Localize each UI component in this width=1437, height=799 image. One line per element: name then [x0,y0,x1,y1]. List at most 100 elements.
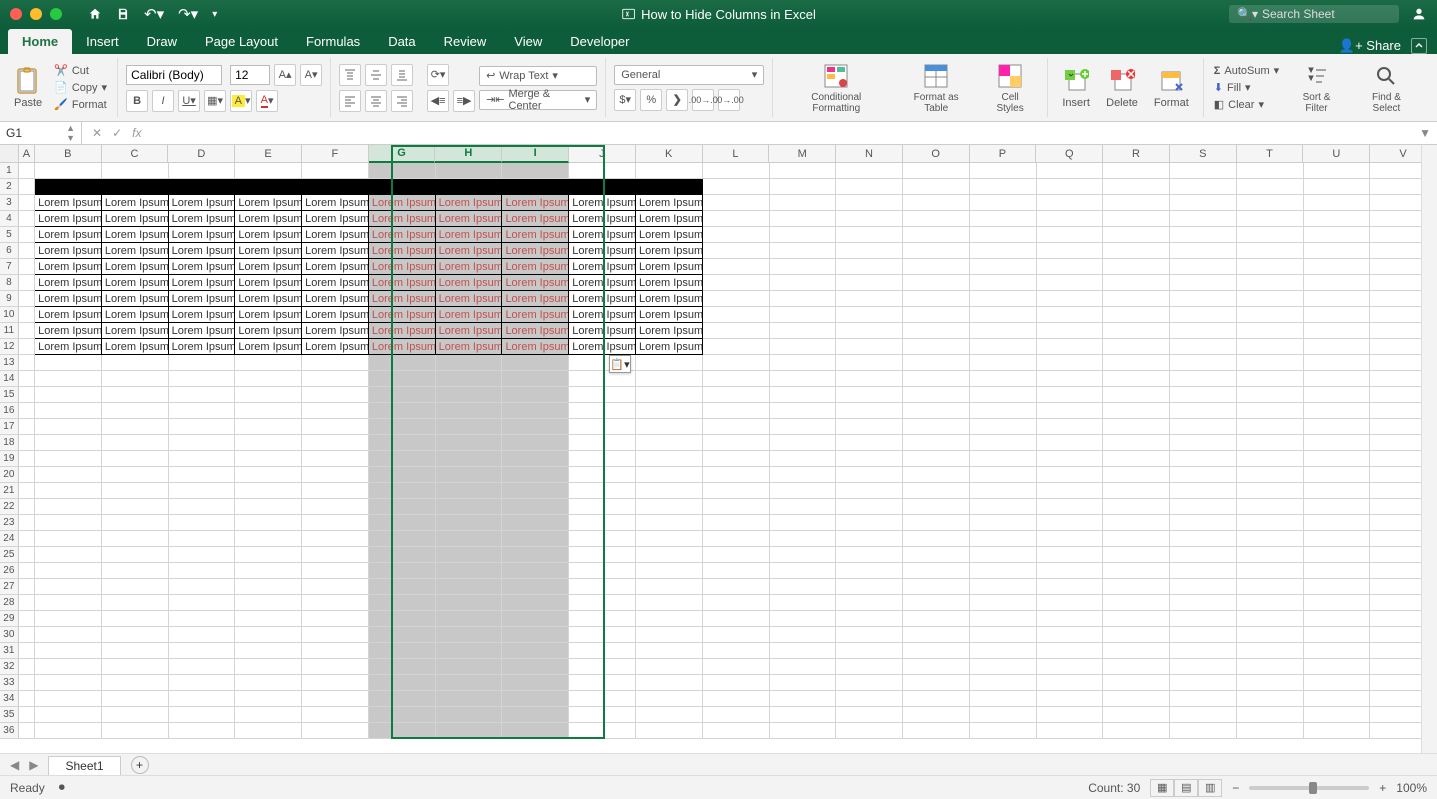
cell-U6[interactable] [1304,243,1371,259]
cell-I15[interactable] [502,387,569,403]
cell-C7[interactable]: Lorem Ipsum [102,259,169,275]
cell-M29[interactable] [770,611,837,627]
col-header-J[interactable]: J [569,145,636,163]
cell-L11[interactable] [703,323,770,339]
cell-Q25[interactable] [1037,547,1104,563]
col-header-R[interactable]: R [1103,145,1170,163]
cell-E33[interactable] [235,675,302,691]
tab-page-layout[interactable]: Page Layout [191,29,292,54]
row-header-29[interactable]: 29 [0,611,19,627]
cell-P1[interactable] [970,163,1037,179]
cell-T27[interactable] [1237,579,1304,595]
cell-A29[interactable] [19,611,35,627]
cell-B26[interactable] [35,563,102,579]
cell-F33[interactable] [302,675,369,691]
cell-K16[interactable] [636,403,703,419]
cell-J24[interactable] [569,531,636,547]
cell-H9[interactable]: Lorem Ipsum [436,291,503,307]
cell-E1[interactable] [235,163,302,179]
cell-D4[interactable]: Lorem Ipsum [169,211,236,227]
cell-E3[interactable]: Lorem Ipsum [235,195,302,211]
cell-F14[interactable] [302,371,369,387]
cell-R33[interactable] [1103,675,1170,691]
row-header-18[interactable]: 18 [0,435,19,451]
cell-M19[interactable] [770,451,837,467]
cell-B15[interactable] [35,387,102,403]
cell-F35[interactable] [302,707,369,723]
col-header-T[interactable]: T [1237,145,1304,163]
cell-E13[interactable] [235,355,302,371]
add-sheet-button[interactable]: + [131,756,149,774]
cell-D18[interactable] [169,435,236,451]
cell-D28[interactable] [169,595,236,611]
borders-button[interactable]: ▦▾ [204,90,226,112]
cell-U29[interactable] [1304,611,1371,627]
cell-G1[interactable] [369,163,436,179]
cell-C23[interactable] [102,515,169,531]
row-header-27[interactable]: 27 [0,579,19,595]
cell-N20[interactable] [836,467,903,483]
row-header-6[interactable]: 6 [0,243,19,259]
cell-N12[interactable] [836,339,903,355]
cell-F5[interactable]: Lorem Ipsum [302,227,369,243]
cell-I19[interactable] [502,451,569,467]
cell-I23[interactable] [502,515,569,531]
cell-C26[interactable] [102,563,169,579]
cell-U4[interactable] [1304,211,1371,227]
cell-I17[interactable] [502,419,569,435]
cell-A1[interactable] [19,163,35,179]
cell-E26[interactable] [235,563,302,579]
cell-N30[interactable] [836,627,903,643]
cell-E2[interactable] [235,179,302,195]
cell-M9[interactable] [770,291,837,307]
cell-H16[interactable] [436,403,503,419]
cell-P16[interactable] [970,403,1037,419]
cell-J2[interactable] [569,179,636,195]
insert-button[interactable]: Insert [1056,65,1096,111]
cell-R7[interactable] [1103,259,1170,275]
cell-B7[interactable]: Lorem Ipsum [35,259,102,275]
name-box[interactable]: G1▲▼ [0,122,82,144]
cell-L29[interactable] [703,611,770,627]
cell-F27[interactable] [302,579,369,595]
align-left-button[interactable] [339,90,361,112]
cell-K11[interactable]: Lorem Ipsum [636,323,703,339]
cell-G24[interactable] [369,531,436,547]
cell-T36[interactable] [1237,723,1304,739]
cell-P6[interactable] [970,243,1037,259]
cell-F13[interactable] [302,355,369,371]
cell-D10[interactable]: Lorem Ipsum [169,307,236,323]
increase-indent-button[interactable]: ≡▶ [453,90,475,112]
cell-O13[interactable] [903,355,970,371]
cell-Q17[interactable] [1037,419,1104,435]
cell-A24[interactable] [19,531,35,547]
cell-M33[interactable] [770,675,837,691]
cell-C35[interactable] [102,707,169,723]
cell-R26[interactable] [1103,563,1170,579]
row-header-14[interactable]: 14 [0,371,19,387]
cell-G4[interactable]: Lorem Ipsum [369,211,436,227]
cell-B13[interactable] [35,355,102,371]
cell-I36[interactable] [502,723,569,739]
cell-K26[interactable] [636,563,703,579]
cell-G5[interactable]: Lorem Ipsum [369,227,436,243]
merge-center-button[interactable]: ⇥⇤Merge & Center ▾ [479,90,597,110]
format-button[interactable]: Format [1148,65,1195,111]
cell-J20[interactable] [569,467,636,483]
cell-S5[interactable] [1170,227,1237,243]
col-header-G[interactable]: G [369,145,436,163]
zoom-slider[interactable] [1249,786,1369,790]
cell-K2[interactable] [636,179,703,195]
row-header-28[interactable]: 28 [0,595,19,611]
cell-L8[interactable] [703,275,770,291]
cell-R25[interactable] [1103,547,1170,563]
sheet-nav-next[interactable]: ▶ [29,758,38,772]
cell-Q6[interactable] [1037,243,1104,259]
cell-T15[interactable] [1237,387,1304,403]
row-header-19[interactable]: 19 [0,451,19,467]
vertical-scrollbar[interactable] [1421,145,1437,759]
cell-R21[interactable] [1103,483,1170,499]
cell-B25[interactable] [35,547,102,563]
cell-T11[interactable] [1237,323,1304,339]
cell-T18[interactable] [1237,435,1304,451]
